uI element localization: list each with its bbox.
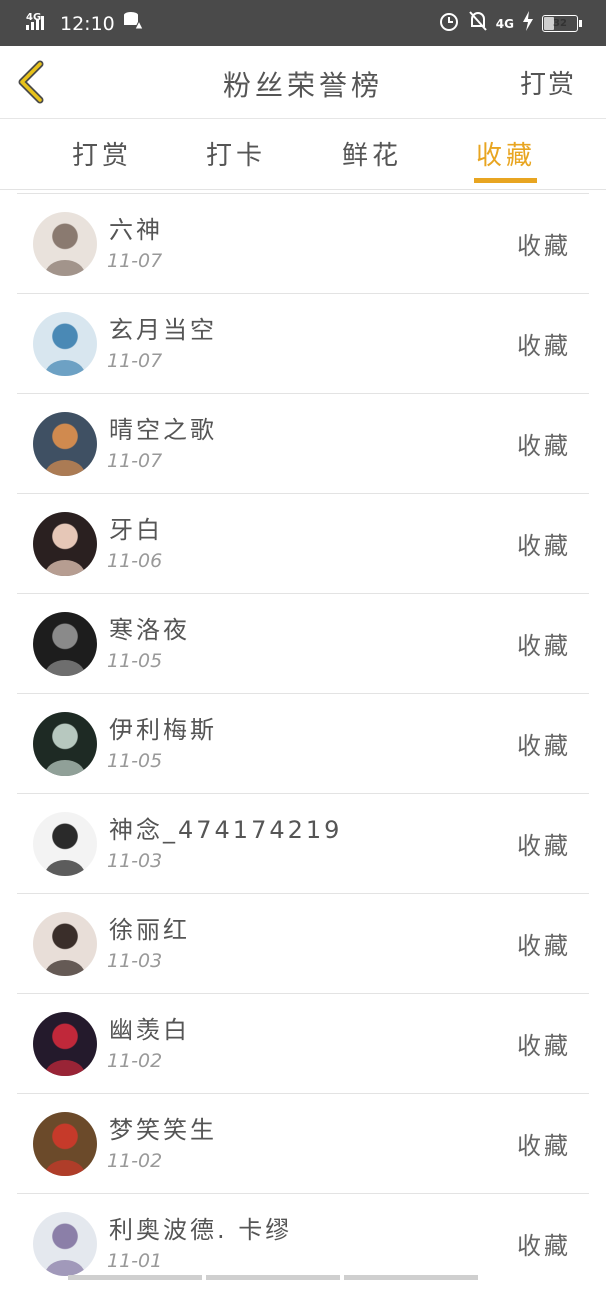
avatar[interactable] xyxy=(33,712,97,776)
fan-name: 梦笑笑生 xyxy=(109,1116,217,1144)
fan-date: 11-07 xyxy=(107,350,163,372)
fan-date: 11-07 xyxy=(107,250,163,272)
fan-name: 幽羡白 xyxy=(109,1016,190,1044)
fan-date: 11-05 xyxy=(107,750,163,772)
avatar[interactable] xyxy=(33,212,97,276)
avatar-figure xyxy=(45,1260,85,1276)
mute-notification-icon xyxy=(468,10,488,37)
fan-name: 徐丽红 xyxy=(109,916,190,944)
battery-icon: 32 xyxy=(542,15,582,32)
avatar[interactable] xyxy=(33,512,97,576)
avatar[interactable] xyxy=(33,1012,97,1076)
fan-date: 11-07 xyxy=(107,450,163,472)
fan-date: 11-05 xyxy=(107,650,163,672)
collect-label: 收藏 xyxy=(517,632,571,660)
alarm-icon xyxy=(438,10,460,37)
fan-name: 伊利梅斯 xyxy=(109,716,217,744)
signal-icon: 4G xyxy=(26,10,52,37)
list-item[interactable]: 徐丽红 11-03 收藏 xyxy=(17,893,589,993)
list-item[interactable]: 幽羡白 11-02 收藏 xyxy=(17,993,589,1093)
fan-name: 寒洛夜 xyxy=(109,616,190,644)
avatar-figure xyxy=(45,760,85,776)
tab-reward[interactable]: 打赏 xyxy=(72,135,132,172)
avatar[interactable] xyxy=(33,1212,97,1276)
list-item[interactable]: 玄月当空 11-07 收藏 xyxy=(17,293,589,393)
list-item[interactable]: 神念_474174219 11-03 收藏 xyxy=(17,793,589,893)
fan-name: 牙白 xyxy=(109,516,163,544)
collect-label: 收藏 xyxy=(517,1132,571,1160)
fan-name: 神念_474174219 xyxy=(109,816,343,844)
fan-date: 11-01 xyxy=(107,1250,163,1272)
avatar-figure xyxy=(45,1160,85,1176)
scroll-segment xyxy=(68,1275,202,1280)
page-title: 粉丝荣誉榜 xyxy=(222,69,383,102)
app-header: 粉丝荣誉榜 打赏 xyxy=(0,46,606,119)
collect-label: 收藏 xyxy=(517,1232,571,1260)
avatar[interactable] xyxy=(33,412,97,476)
fan-date: 11-02 xyxy=(107,1050,163,1072)
network-4g-label: 4G xyxy=(495,16,514,31)
fan-list: 六神 11-07 收藏 玄月当空 11-07 收藏 晴空之歌 11-07 收藏 牙白 11-06 收藏… xyxy=(17,193,589,1293)
avatar[interactable] xyxy=(33,312,97,376)
collect-label: 收藏 xyxy=(517,932,571,960)
avatar-figure xyxy=(45,460,85,476)
clock: 12:10 xyxy=(60,12,115,35)
collect-label: 收藏 xyxy=(517,832,571,860)
list-item[interactable]: 伊利梅斯 11-05 收藏 xyxy=(17,693,589,793)
list-item[interactable]: 牙白 11-06 收藏 xyxy=(17,493,589,593)
fan-name: 利奥波德. 卡缪 xyxy=(109,1216,293,1244)
list-item[interactable]: 六神 11-07 收藏 xyxy=(17,193,589,293)
collect-label: 收藏 xyxy=(517,732,571,760)
fan-name: 晴空之歌 xyxy=(109,416,217,444)
collect-label: 收藏 xyxy=(517,1032,571,1060)
list-item[interactable]: 梦笑笑生 11-02 收藏 xyxy=(17,1093,589,1193)
active-tab-indicator xyxy=(474,178,537,183)
status-left: 4G 12:10 xyxy=(26,10,144,37)
fan-date: 11-03 xyxy=(107,950,163,972)
avatar[interactable] xyxy=(33,812,97,876)
list-item[interactable]: 晴空之歌 11-07 收藏 xyxy=(17,393,589,493)
fan-date: 11-06 xyxy=(107,550,163,572)
reward-button[interactable]: 打赏 xyxy=(520,64,576,101)
avatar-figure xyxy=(45,660,85,676)
status-bar: 4G 12:10 4G 32 xyxy=(0,0,606,46)
battery-percent: 32 xyxy=(553,18,567,29)
collect-label: 收藏 xyxy=(517,532,571,560)
avatar-figure xyxy=(45,260,85,276)
tab-checkin[interactable]: 打卡 xyxy=(206,135,266,172)
collect-label: 收藏 xyxy=(517,332,571,360)
fan-name: 六神 xyxy=(109,216,163,244)
list-item[interactable]: 寒洛夜 11-05 收藏 xyxy=(17,593,589,693)
storage-warning-icon xyxy=(123,11,144,36)
tab-flowers[interactable]: 鲜花 xyxy=(342,135,402,172)
avatar[interactable] xyxy=(33,612,97,676)
avatar-figure xyxy=(45,560,85,576)
avatar-figure xyxy=(45,360,85,376)
collect-label: 收藏 xyxy=(517,432,571,460)
avatar-figure xyxy=(45,960,85,976)
fan-name: 玄月当空 xyxy=(109,316,217,344)
status-right: 4G 32 xyxy=(438,10,582,37)
scroll-segment xyxy=(344,1275,478,1280)
tab-collect[interactable]: 收藏 xyxy=(476,135,536,172)
avatar-figure xyxy=(45,860,85,876)
fan-date: 11-03 xyxy=(107,850,163,872)
fan-date: 11-02 xyxy=(107,1150,163,1172)
charging-icon xyxy=(522,11,534,36)
collect-label: 收藏 xyxy=(517,232,571,260)
bottom-scroll-indicator xyxy=(68,1275,478,1280)
scroll-segment xyxy=(206,1275,340,1280)
avatar-figure xyxy=(45,1060,85,1076)
avatar[interactable] xyxy=(33,912,97,976)
avatar[interactable] xyxy=(33,1112,97,1176)
